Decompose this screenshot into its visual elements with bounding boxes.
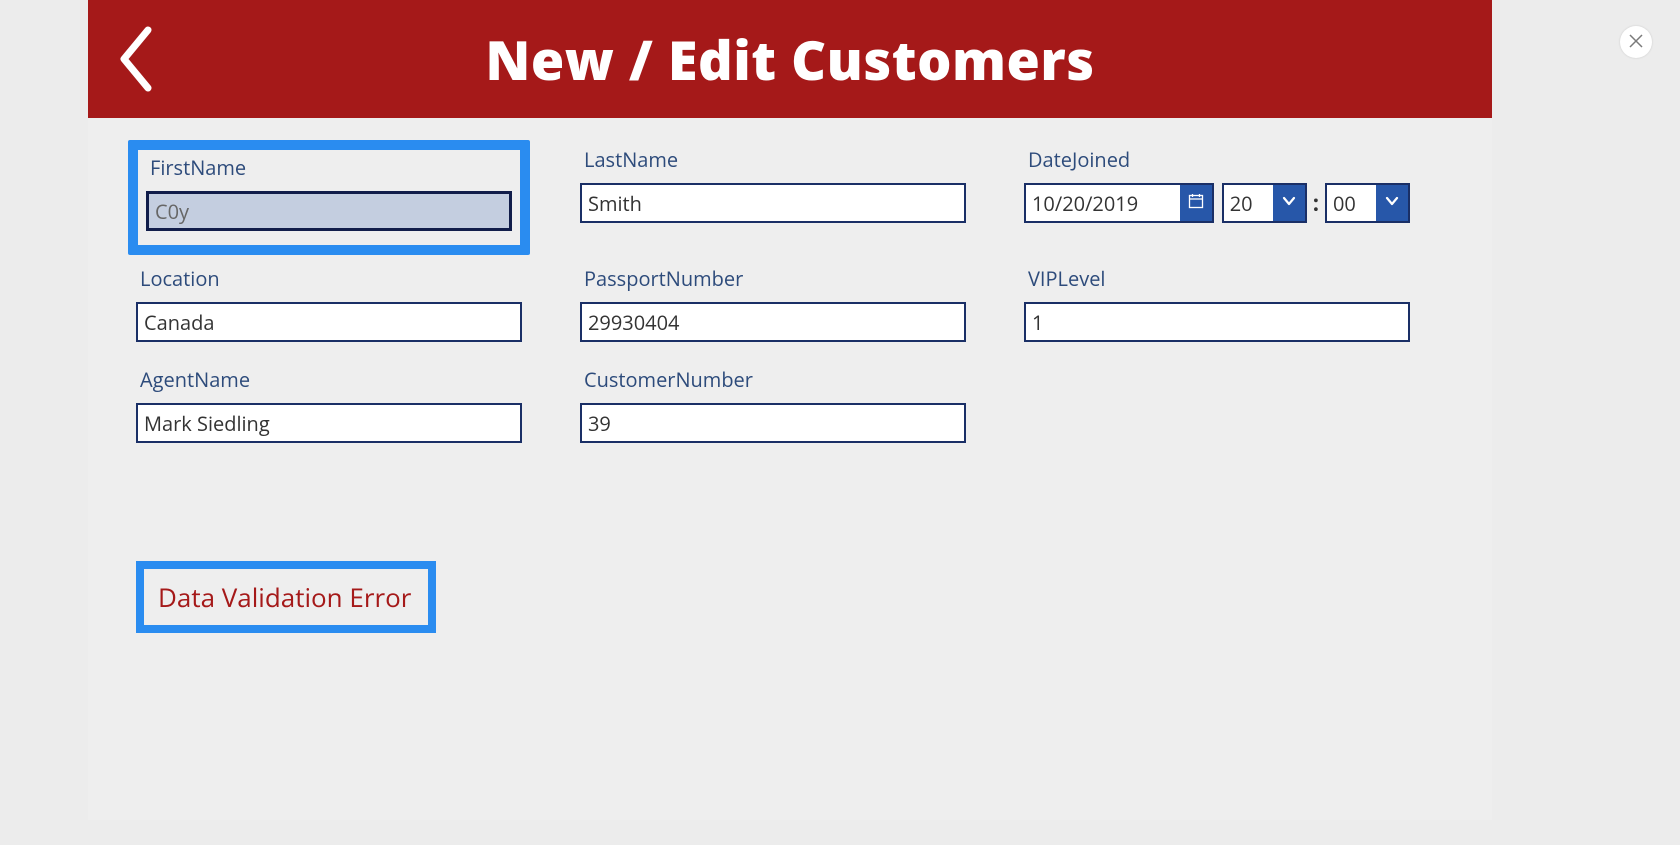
location-input[interactable]	[136, 302, 522, 342]
chevron-left-icon	[114, 24, 158, 94]
label-datejoined: DateJoined	[1028, 146, 1410, 173]
form-header: New / Edit Customers	[88, 0, 1492, 118]
calendar-icon	[1188, 192, 1204, 214]
customer-number-input[interactable]	[580, 403, 966, 443]
label-location: Location	[140, 265, 522, 292]
hour-dropdown-button[interactable]	[1273, 185, 1305, 221]
label-agentname: AgentName	[140, 366, 522, 393]
form-row-2: Location PassportNumber VIPLevel	[136, 265, 1444, 342]
field-group-location: Location	[136, 265, 522, 342]
calendar-button[interactable]	[1180, 185, 1212, 221]
label-viplevel: VIPLevel	[1028, 265, 1410, 292]
first-name-input[interactable]	[146, 191, 512, 231]
form-row-3: AgentName CustomerNumber	[136, 366, 1444, 443]
minute-dropdown-button[interactable]	[1376, 185, 1408, 221]
back-button[interactable]	[114, 0, 158, 118]
minute-dropdown[interactable]: 00	[1325, 183, 1410, 223]
chevron-down-icon	[1281, 192, 1297, 214]
close-icon	[1629, 30, 1643, 54]
highlight-box-firstname: FirstName	[128, 140, 530, 255]
form-body: FirstName LastName DateJoined 10/20/2019	[88, 118, 1492, 633]
label-lastname: LastName	[584, 146, 966, 173]
field-group-firstname: FirstName	[136, 146, 522, 241]
time-separator: :	[1313, 188, 1319, 218]
label-customernumber: CustomerNumber	[584, 366, 966, 393]
vip-level-input[interactable]	[1024, 302, 1410, 342]
field-group-datejoined: DateJoined 10/20/2019	[1024, 146, 1410, 241]
datetime-compound: 10/20/2019	[1024, 183, 1410, 223]
page-title: New / Edit Customers	[88, 22, 1492, 96]
passport-number-input[interactable]	[580, 302, 966, 342]
field-group-lastname: LastName	[580, 146, 966, 241]
field-group-agentname: AgentName	[136, 366, 522, 443]
validation-error-box: Data Validation Error	[136, 561, 436, 633]
field-group-viplevel: VIPLevel	[1024, 265, 1410, 342]
label-passport: PassportNumber	[584, 265, 966, 292]
field-group-empty	[1024, 366, 1410, 443]
chevron-down-icon	[1384, 192, 1400, 214]
form-row-1: FirstName LastName DateJoined 10/20/2019	[136, 146, 1444, 241]
date-joined-value: 10/20/2019	[1026, 190, 1180, 217]
date-joined-picker[interactable]: 10/20/2019	[1024, 183, 1214, 223]
agent-name-input[interactable]	[136, 403, 522, 443]
hour-value: 20	[1224, 190, 1273, 217]
hour-dropdown[interactable]: 20	[1222, 183, 1307, 223]
label-firstname: FirstName	[150, 154, 512, 181]
form-panel: New / Edit Customers FirstName LastName …	[88, 0, 1492, 820]
minute-value: 00	[1327, 190, 1376, 217]
field-group-passport: PassportNumber	[580, 265, 966, 342]
close-button[interactable]	[1620, 26, 1652, 58]
field-group-customernumber: CustomerNumber	[580, 366, 966, 443]
last-name-input[interactable]	[580, 183, 966, 223]
validation-error-text: Data Validation Error	[158, 579, 411, 615]
